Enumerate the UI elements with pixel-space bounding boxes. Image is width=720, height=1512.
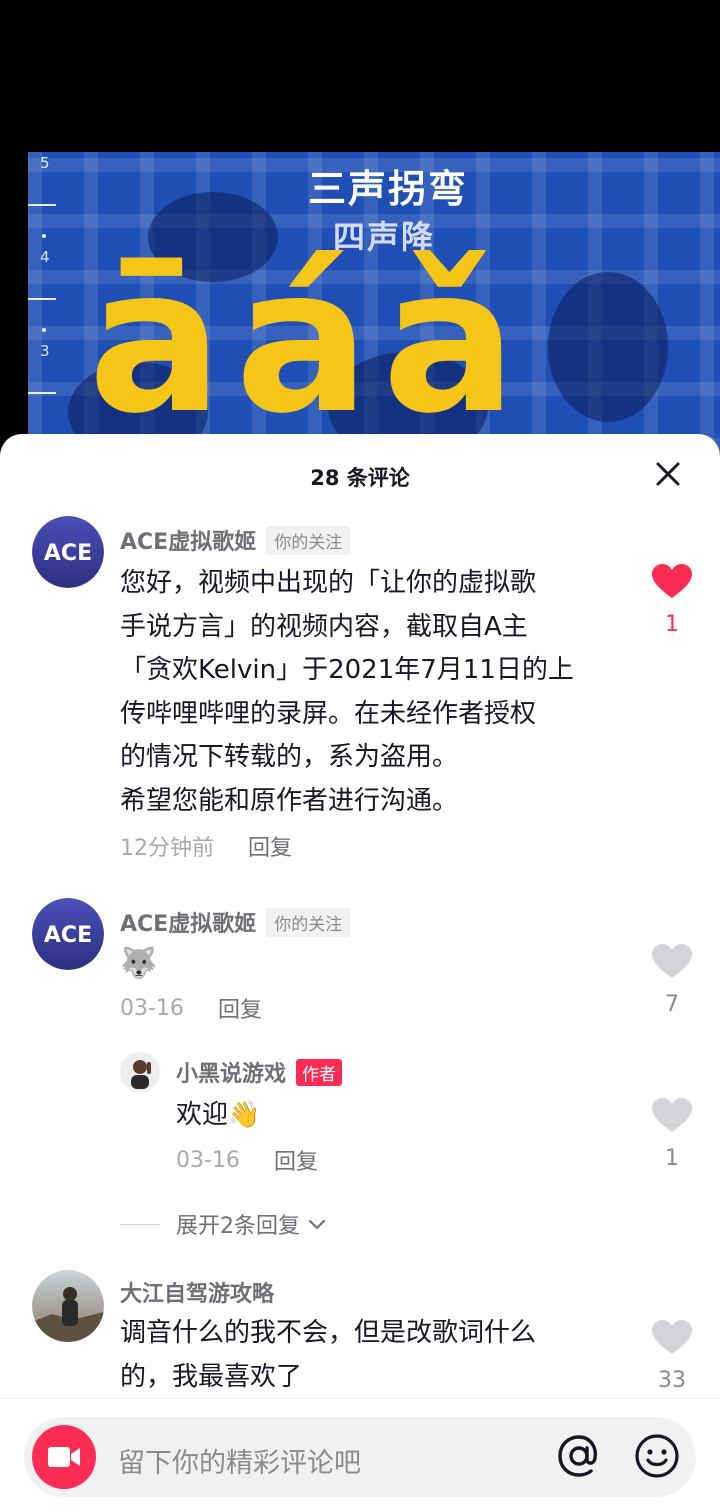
reply-button[interactable]: 回复 <box>274 1144 318 1176</box>
comment-item: ACE ACE虚拟歌姬 你的关注 您好，视频中出现的「让你的虚拟歌 手说方言」的… <box>0 516 720 876</box>
comment-item: 大江自驾游攻略 调音什么的我不会，但是改歌词什么 的，我最喜欢了 33 <box>0 1270 720 1410</box>
like-button[interactable]: 1 <box>652 1098 692 1171</box>
avatar[interactable]: ACE <box>32 516 104 588</box>
close-button[interactable] <box>652 458 684 490</box>
heart-filled-icon <box>652 564 692 598</box>
svg-text:ACE: ACE <box>44 541 92 566</box>
comment-author-row: 大江自驾游攻略 <box>120 1276 274 1308</box>
heart-icon <box>652 944 692 978</box>
video-bg-shape <box>548 272 668 422</box>
comment-input-bar: 留下你的精彩评论吧 <box>0 1398 720 1512</box>
comment-username[interactable]: ACE虚拟歌姬 <box>120 906 256 938</box>
tone-letters: āáǎ <box>88 225 529 452</box>
comment-author-row: ACE虚拟歌姬 你的关注 <box>120 906 351 938</box>
scale-dot <box>42 234 46 238</box>
svg-text:ACE: ACE <box>44 923 92 948</box>
like-count: 1 <box>665 612 679 637</box>
video-camera-icon <box>48 1447 80 1467</box>
avatar[interactable] <box>32 1270 104 1342</box>
comment-count-title: 28 条评论 <box>310 466 410 490</box>
like-count: 1 <box>665 1146 679 1171</box>
expand-replies-label: 展开2条回复 <box>176 1214 300 1239</box>
comment-username[interactable]: 大江自驾游攻略 <box>120 1276 274 1308</box>
comment-time: 03-16 <box>120 995 184 1021</box>
video-frame[interactable]: 5 4 3 三声拐弯 四声降 āáǎ <box>28 152 720 452</box>
mention-button[interactable] <box>554 1431 604 1481</box>
reply-button[interactable]: 回复 <box>218 992 262 1024</box>
heart-icon <box>652 1320 692 1354</box>
comment-text[interactable]: 您好，视频中出现的「让你的虚拟歌 手说方言」的视频内容，截取自A主 「贪欢Kel… <box>120 562 630 823</box>
comment-sheet-header: 28 条评论 <box>0 434 720 518</box>
comment-meta: 12分钟前 回复 <box>120 830 292 862</box>
reply-meta: 03-16 回复 <box>176 1144 318 1176</box>
ace-logo-icon: ACE <box>32 898 104 970</box>
ace-logo-icon: ACE <box>32 516 104 588</box>
expand-divider <box>120 1223 160 1225</box>
avatar[interactable]: ACE <box>32 898 104 970</box>
scale-tick <box>28 204 56 206</box>
scale-tick <box>28 298 56 300</box>
reply-button[interactable]: 回复 <box>248 830 292 862</box>
chevron-down-icon <box>308 1219 326 1230</box>
close-icon <box>656 462 680 486</box>
comment-meta: 03-16 回复 <box>120 992 262 1024</box>
comment-sheet: 28 条评论 ACE ACE虚拟歌姬 你的关注 您好，视频中出现的「让你的虚拟歌… <box>0 434 720 1512</box>
scale-label-4: 4 <box>40 248 50 266</box>
like-count: 7 <box>665 992 679 1017</box>
comment-time: 12分钟前 <box>120 836 214 861</box>
reply-author-row: 小黑说游戏 作者 <box>176 1056 343 1088</box>
landscape-avatar-icon <box>32 1270 104 1342</box>
heart-icon <box>652 1098 692 1132</box>
scale-label-3: 3 <box>40 342 50 360</box>
scale-label-5: 5 <box>40 154 50 172</box>
reply-username[interactable]: 小黑说游戏 <box>176 1056 286 1088</box>
emoji-icon <box>635 1434 679 1478</box>
reply-text[interactable]: 欢迎👋 <box>176 1094 260 1138</box>
comment-text[interactable]: 调音什么的我不会，但是改歌词什么 的，我最喜欢了 <box>120 1312 630 1399</box>
expand-replies-button[interactable]: 展开2条回复 <box>120 1208 328 1240</box>
comment-author-row: ACE虚拟歌姬 你的关注 <box>120 524 351 556</box>
reply-time: 03-16 <box>176 1147 240 1173</box>
emoji-button[interactable] <box>632 1431 682 1481</box>
video-player[interactable]: 5 4 3 三声拐弯 四声降 āáǎ <box>0 0 720 460</box>
like-button[interactable]: 1 <box>652 564 692 637</box>
scale-tick <box>28 392 56 394</box>
like-button[interactable]: 33 <box>652 1320 692 1393</box>
scale-dot <box>42 328 46 332</box>
pitch-scale: 5 4 3 <box>28 152 68 452</box>
comment-item: ACE ACE虚拟歌姬 你的关注 🐺 03-16 回复 7 <box>0 898 720 1038</box>
video-caption-title: 三声拐弯 <box>308 167 469 211</box>
person-avatar-icon <box>120 1052 160 1092</box>
comment-username[interactable]: ACE虚拟歌姬 <box>120 524 256 556</box>
at-icon <box>558 1435 598 1477</box>
following-badge: 你的关注 <box>266 525 351 555</box>
video-reply-button[interactable] <box>32 1425 96 1489</box>
comment-input[interactable]: 留下你的精彩评论吧 <box>24 1417 696 1497</box>
following-badge: 你的关注 <box>266 907 351 937</box>
author-badge: 作者 <box>296 1058 343 1086</box>
comment-emoji-text[interactable]: 🐺 <box>120 942 157 986</box>
comment-input-placeholder: 留下你的精彩评论吧 <box>118 1448 361 1479</box>
reply-item: 小黑说游戏 作者 欢迎👋 03-16 回复 1 <box>0 1050 720 1190</box>
reply-avatar[interactable] <box>120 1052 160 1092</box>
like-button[interactable]: 7 <box>652 944 692 1017</box>
like-count: 33 <box>658 1368 686 1393</box>
